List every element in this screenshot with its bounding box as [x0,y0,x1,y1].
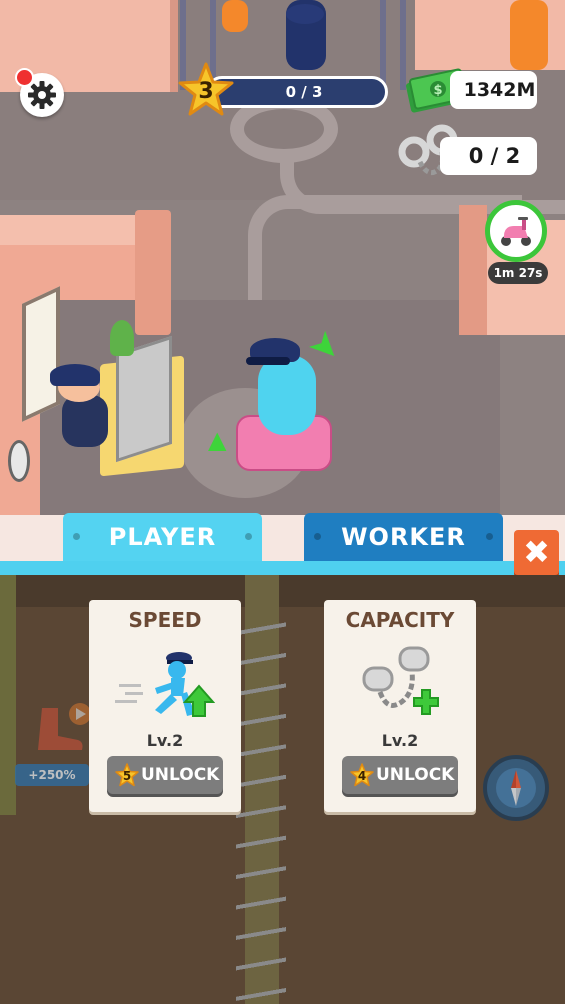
scooter-timer-text: 1m 27s [488,262,548,284]
card-title: CAPACITY [345,608,455,632]
desk-officer [62,395,108,447]
police-hat-icon [50,364,100,386]
unlock-label: UNLOCK [141,765,220,785]
svg-text:$: $ [433,83,442,98]
tab-worker[interactable]: WORKER [304,513,503,561]
player-character [258,355,316,435]
tab-decoration-dot [73,533,80,540]
police-hat-icon [286,4,324,24]
level-progress-text: 0 / 3 [285,83,323,101]
police-hat-brim [246,357,290,365]
running-police-officer-icon [115,652,215,717]
card-title: SPEED [128,608,202,632]
compass-button[interactable] [483,755,549,821]
tab-decoration-dot [245,533,252,540]
potted-plant [110,320,134,356]
speed-boot-icon [38,703,91,750]
unlock-speed-button[interactable]: 5 UNLOCK [107,756,223,794]
office-partition [135,210,171,335]
tab-player[interactable]: PLAYER [63,513,262,561]
tab-decoration-dot [486,533,493,540]
panel-shadow [0,575,565,607]
right-room-partition [459,205,487,335]
prisoner-character [222,0,248,32]
close-button[interactable]: ✖ [514,530,559,575]
upgrade-panel [0,575,565,1004]
handcuffs-count: 0 / 2 [468,144,521,168]
scooter-timer-button[interactable] [485,200,547,262]
panel-edge [0,575,16,815]
cash-amount: 1342M [463,79,536,101]
upgrade-arrow-icon: ▲ [208,426,227,454]
unlock-cost: 5 [122,769,132,783]
upgrade-card-capacity: CAPACITY Lv.2 4 UNLOCK [324,600,476,812]
card-level: Lv.2 [381,731,419,750]
tab-bar-underline [0,561,565,575]
scooter-icon [501,217,531,246]
spring-decoration [236,615,286,1004]
unlock-capacity-button[interactable]: 4 UNLOCK [342,756,458,794]
tab-decoration-dot [314,533,321,540]
card-level: Lv.2 [146,731,184,750]
unlock-cost: 4 [357,769,367,783]
unlock-label: UNLOCK [376,765,455,785]
close-icon: ✖ [523,533,550,571]
handcuffs-plus-icon [362,646,439,715]
prisoner-character [510,0,548,70]
level-number: 3 [198,79,214,104]
notification-dot [15,68,34,87]
wall-painting [22,286,60,422]
tab-player-label: PLAYER [108,523,217,551]
boost-badge[interactable]: +250% [15,764,89,786]
tab-worker-label: WORKER [341,523,466,551]
wall-clock-icon [8,440,30,482]
upgrade-card-speed: SPEED Lv.2 5 UNLOCK [89,600,241,812]
compass-icon [496,768,536,808]
